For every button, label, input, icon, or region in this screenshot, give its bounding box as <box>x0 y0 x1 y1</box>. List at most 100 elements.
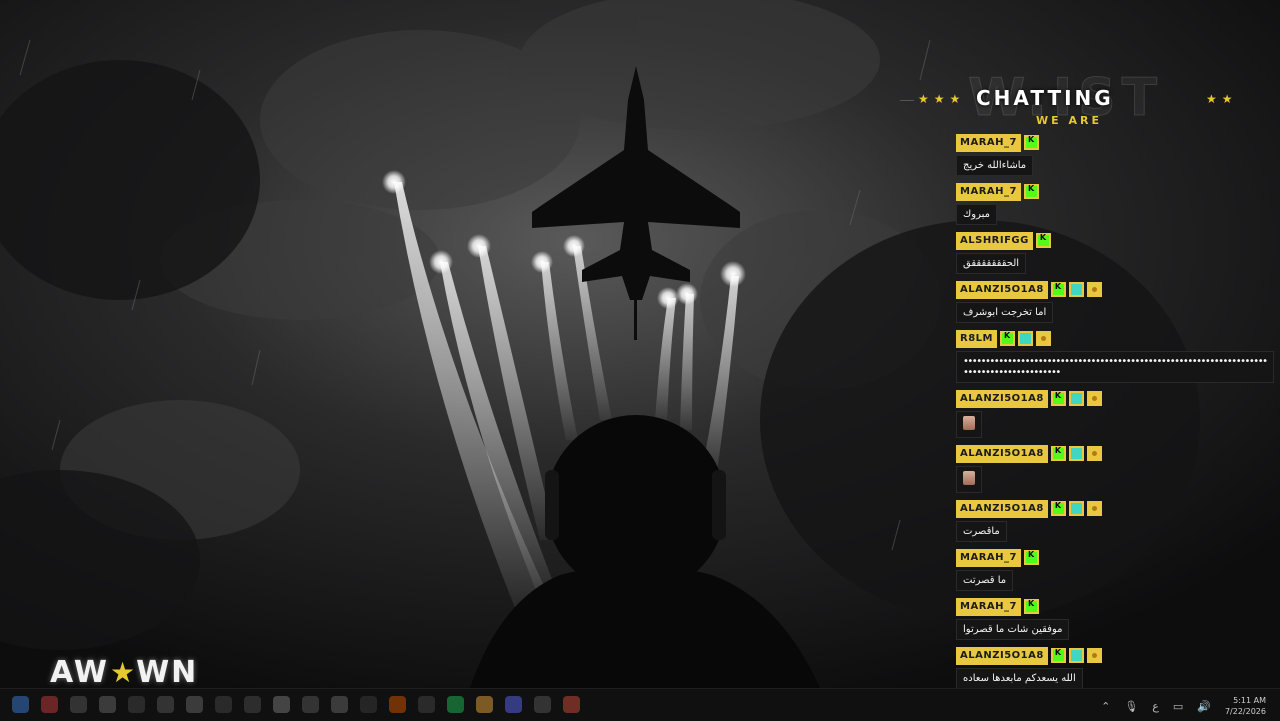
channel-logo: AW ★ WN <box>50 652 198 692</box>
subscriber-badge-icon <box>1068 648 1084 663</box>
app-icon[interactable] <box>215 696 232 713</box>
chat-header: W.IST ★★★ CHATTING ★★ WE ARE <box>900 68 1260 130</box>
kick-badge-icon <box>1050 282 1066 297</box>
kick-badge-icon <box>1023 550 1039 565</box>
chat-message: ALANZI5O1A8 ماقصرت <box>956 499 1276 546</box>
input-language[interactable]: ع <box>1152 700 1159 713</box>
chat-username: ALANZI5O1A8 <box>956 499 1048 518</box>
subscriber-badge-icon <box>1068 391 1084 406</box>
chat-title: CHATTING <box>976 86 1114 110</box>
chat-text: ماقصرت <box>956 521 1007 542</box>
network-icon[interactable]: ▭ <box>1173 700 1183 713</box>
gift-badge-icon <box>1086 501 1102 516</box>
chat-message: R8LM •••••••••••••••••••••••••••••••••••… <box>956 329 1276 387</box>
kick-badge-icon <box>1050 446 1066 461</box>
subscriber-badge-icon <box>1068 501 1084 516</box>
chat-message: MARAH_7 ماشاءالله خريج <box>956 133 1276 180</box>
kick-badge-icon <box>1023 599 1039 614</box>
app-icon[interactable] <box>360 696 377 713</box>
chat-message: MARAH_7 موفقين شات ما قصرتوا <box>956 597 1276 644</box>
kick-badge-icon <box>999 331 1015 346</box>
system-tray: ⌃ 🎙 ع ▭ 🔊 5:11 AM 7/22/2026 <box>1101 695 1266 717</box>
app-icon[interactable] <box>41 696 58 713</box>
clock[interactable]: 5:11 AM 7/22/2026 <box>1225 695 1266 717</box>
chat-text: ماشاءالله خريج <box>956 155 1034 176</box>
chat-subtitle: WE ARE <box>1036 114 1102 127</box>
chat-message: ALANZI5O1A8 الله يسعدكم مابعدها سعاده <box>956 646 1276 693</box>
discord-icon[interactable] <box>505 696 522 713</box>
chat-text: الحقققققققق <box>956 253 1027 274</box>
chat-text: مبروك <box>956 204 997 225</box>
chat-username: ALANZI5O1A8 <box>956 389 1048 408</box>
emote-icon <box>963 471 975 485</box>
chat-text: موفقين شات ما قصرتوا <box>956 619 1070 640</box>
clock-date: 7/22/2026 <box>1224 707 1266 716</box>
gift-badge-icon <box>1035 331 1051 346</box>
app-icon[interactable] <box>99 696 116 713</box>
chat-username: MARAH_7 <box>956 133 1021 152</box>
taskbar: ⌃ 🎙 ع ▭ 🔊 5:11 AM 7/22/2026 <box>0 688 1280 721</box>
kick-badge-icon <box>1023 184 1039 199</box>
taskbar-app-icons <box>12 696 580 713</box>
volume-icon[interactable]: 🔊 <box>1197 700 1211 713</box>
gift-badge-icon <box>1086 446 1102 461</box>
chrome-icon[interactable] <box>476 696 493 713</box>
chat-message-list: MARAH_7 ماشاءالله خريج MARAH_7 مبروك ALS… <box>956 133 1276 695</box>
chat-text: ما قصرتت <box>956 570 1014 591</box>
chat-emote-message <box>956 466 982 493</box>
chat-emote-message <box>956 411 982 438</box>
chat-username: ALANZI5O1A8 <box>956 646 1048 665</box>
subscriber-badge-icon <box>1068 446 1084 461</box>
app-icon[interactable] <box>70 696 87 713</box>
kick-badge-icon <box>1023 135 1039 150</box>
chat-username: ALANZI5O1A8 <box>956 444 1048 463</box>
app-icon[interactable] <box>273 696 290 713</box>
chat-message: ALANZI5O1A8 <box>956 389 1276 442</box>
chat-message: MARAH_7 مبروك <box>956 182 1276 229</box>
chat-username: MARAH_7 <box>956 548 1021 567</box>
chat-text: ••••••••••••••••••••••••••••••••••••••••… <box>956 351 1274 383</box>
chat-username: ALANZI5O1A8 <box>956 280 1048 299</box>
app-icon[interactable] <box>186 696 203 713</box>
obs-icon[interactable] <box>534 696 551 713</box>
app-icon[interactable] <box>128 696 145 713</box>
subscriber-badge-icon <box>1068 282 1084 297</box>
windows-start-icon[interactable] <box>12 696 29 713</box>
chat-username: ALSHRIFGG <box>956 231 1033 250</box>
clock-time: 5:11 AM <box>1233 696 1266 705</box>
star-icon: ★ <box>109 655 136 689</box>
kick-badge-icon <box>1035 233 1051 248</box>
app-icon[interactable] <box>418 696 435 713</box>
chat-text: اما تخرجت ابوشرف <box>956 302 1054 323</box>
spotify-icon[interactable] <box>447 696 464 713</box>
chat-message: ALSHRIFGG الحقققققققق <box>956 231 1276 278</box>
chat-username: MARAH_7 <box>956 182 1021 201</box>
app-icon[interactable] <box>157 696 174 713</box>
gift-badge-icon <box>1086 648 1102 663</box>
subscriber-badge-icon <box>1017 331 1033 346</box>
logo-text-left: AW <box>50 654 109 690</box>
app-icon[interactable] <box>331 696 348 713</box>
chat-username: R8LM <box>956 329 997 348</box>
kick-badge-icon <box>1050 501 1066 516</box>
chat-message: ALANZI5O1A8 <box>956 444 1276 497</box>
app-icon[interactable] <box>244 696 261 713</box>
brave-icon[interactable] <box>389 696 406 713</box>
chat-message: MARAH_7 ما قصرتت <box>956 548 1276 595</box>
chat-text: الله يسعدكم مابعدها سعاده <box>956 668 1083 689</box>
kick-badge-icon <box>1050 648 1066 663</box>
chat-message: ALANZI5O1A8 اما تخرجت ابوشرف <box>956 280 1276 327</box>
emote-icon <box>963 416 975 430</box>
gift-badge-icon <box>1086 282 1102 297</box>
stars-icon: ★★★ <box>918 92 966 106</box>
chrome-icon[interactable] <box>563 696 580 713</box>
stars-icon: ★★ <box>1206 92 1238 106</box>
kick-badge-icon <box>1050 391 1066 406</box>
divider <box>900 100 914 101</box>
microphone-icon[interactable]: 🎙 <box>1124 700 1138 713</box>
gift-badge-icon <box>1086 391 1102 406</box>
app-icon[interactable] <box>302 696 319 713</box>
logo-text-right: WN <box>136 654 199 690</box>
chat-username: MARAH_7 <box>956 597 1021 616</box>
chevron-up-icon[interactable]: ⌃ <box>1101 700 1110 713</box>
